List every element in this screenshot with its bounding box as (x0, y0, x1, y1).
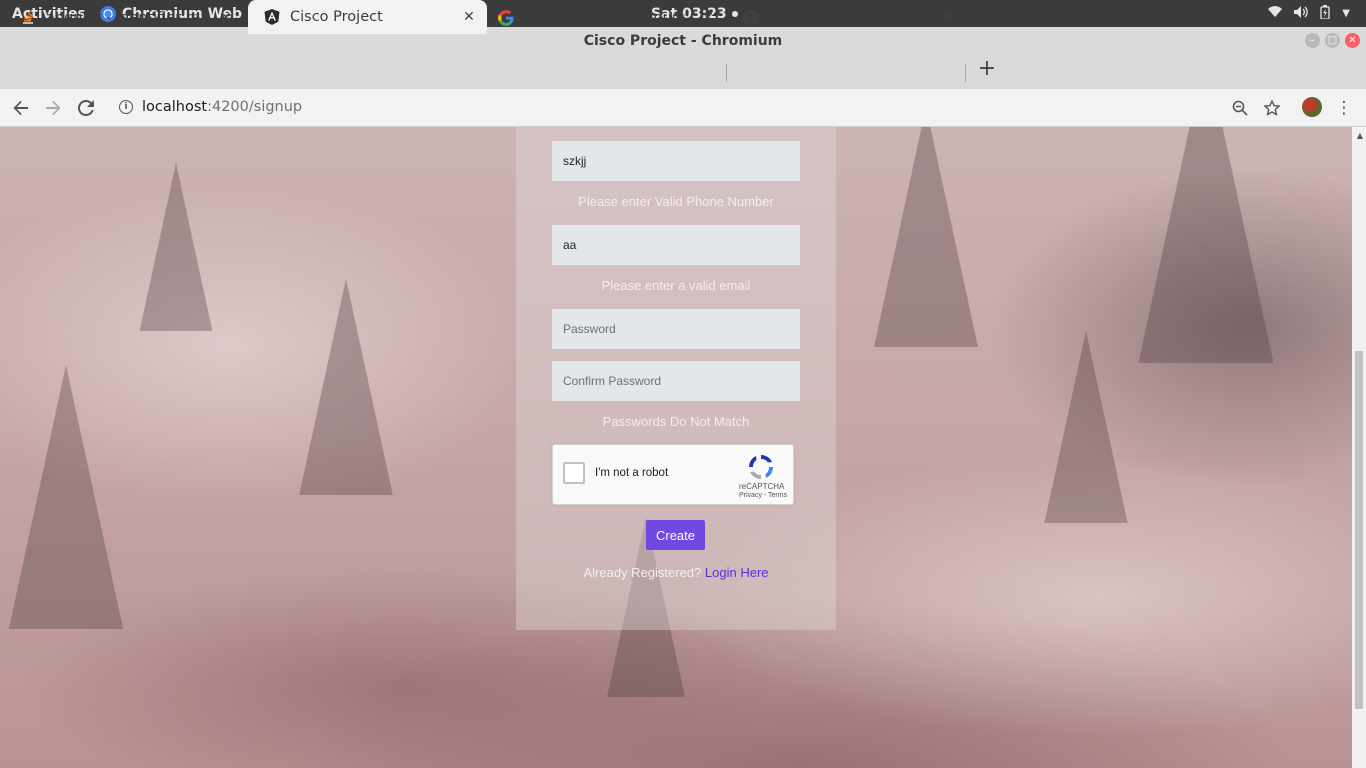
close-window-icon[interactable]: ✕ (1345, 33, 1360, 48)
system-menu-caret-icon: ▼ (1342, 8, 1350, 19)
recaptcha-checkbox[interactable] (563, 462, 585, 484)
globe-icon (743, 10, 759, 26)
background-tree (8, 365, 124, 629)
bookmark-star-icon[interactable] (1261, 97, 1283, 119)
new-tab-icon[interactable]: + (976, 56, 998, 81)
tab-title: minimalist background pa (524, 10, 694, 26)
site-info-icon[interactable]: i (119, 100, 133, 114)
page-scrollbar[interactable]: ▲ (1352, 127, 1366, 768)
tab-angular[interactable]: angular - Identifier refers ✕ (4, 2, 244, 34)
stackoverflow-icon (20, 10, 36, 26)
tab-title: Cisco Project (290, 9, 383, 25)
tab-cisco-project[interactable]: Cisco Project ✕ (248, 0, 487, 34)
phone-field[interactable] (552, 141, 800, 181)
zoom-icon[interactable] (1229, 97, 1251, 119)
close-tab-icon[interactable]: ✕ (700, 10, 716, 26)
phone-error: Please enter Valid Phone Number (578, 194, 774, 209)
angular-icon (264, 9, 280, 25)
password-mismatch-error: Passwords Do Not Match (602, 414, 750, 429)
background-tree (1044, 331, 1128, 523)
close-tab-icon[interactable]: ✕ (461, 9, 477, 25)
recaptcha-logo-icon (747, 453, 775, 481)
reload-icon[interactable] (75, 97, 97, 119)
login-link[interactable]: Login Here (705, 565, 769, 580)
tab-minimalist-background[interactable]: minimalist background pa ✕ (482, 2, 726, 34)
scrollbar-thumb[interactable] (1355, 351, 1363, 709)
wifi-icon (1268, 5, 1283, 22)
close-tab-icon[interactable]: ✕ (218, 10, 234, 26)
profile-avatar[interactable] (1302, 97, 1322, 117)
url-path: :4200/signup (207, 99, 303, 115)
recaptcha-brand: reCAPTCHA (739, 482, 785, 491)
battery-icon (1320, 4, 1330, 23)
maximize-icon[interactable]: □ (1325, 33, 1340, 48)
background-tree (139, 163, 213, 331)
more-menu-icon[interactable]: ⋮ (1333, 97, 1355, 119)
confirm-password-field[interactable] (552, 361, 800, 401)
background-tree (1138, 127, 1274, 363)
tab-photo[interactable]: photo-1554487206-6994c3 ✕ (727, 2, 965, 34)
signup-card: Please enter Valid Phone Number Please e… (516, 127, 836, 630)
close-tab-icon[interactable]: ✕ (939, 10, 955, 26)
tab-divider (726, 64, 727, 82)
back-icon[interactable] (10, 97, 32, 119)
window-title: Cisco Project - Chromium (583, 33, 783, 49)
google-icon (498, 10, 514, 26)
browser-toolbar: i localhost:4200/signup ⋮ (0, 89, 1366, 127)
address-bar[interactable]: localhost:4200/signup (142, 99, 302, 115)
scroll-up-icon[interactable]: ▲ (1357, 131, 1363, 140)
already-registered-text: Already Registered? (583, 565, 702, 580)
system-tray[interactable]: ▼ (1268, 0, 1350, 27)
forward-icon[interactable] (42, 97, 64, 119)
page-viewport: Please enter Valid Phone Number Please e… (0, 127, 1366, 768)
already-registered: Already Registered? Login Here (516, 565, 836, 580)
url-host: localhost (142, 99, 208, 115)
minimize-icon[interactable]: – (1305, 33, 1320, 48)
tab-divider (965, 64, 966, 82)
tab-strip (0, 55, 1366, 89)
email-error: Please enter a valid email (601, 278, 751, 293)
tab-title: angular - Identifier refers (46, 10, 212, 26)
recaptcha-terms[interactable]: Privacy - Terms (739, 492, 787, 499)
volume-icon (1294, 5, 1309, 22)
recaptcha-widget: I'm not a robot reCAPTCHA Privacy - Term… (552, 444, 794, 505)
tab-title: photo-1554487206-6994c3 (769, 10, 933, 26)
password-field[interactable] (552, 309, 800, 349)
background-tree (299, 279, 393, 495)
email-field[interactable] (552, 225, 800, 265)
background-tree (874, 127, 978, 347)
window-controls: – □ ✕ (1305, 33, 1360, 48)
recaptcha-label: I'm not a robot (595, 467, 669, 479)
create-button[interactable]: Create (646, 520, 705, 550)
